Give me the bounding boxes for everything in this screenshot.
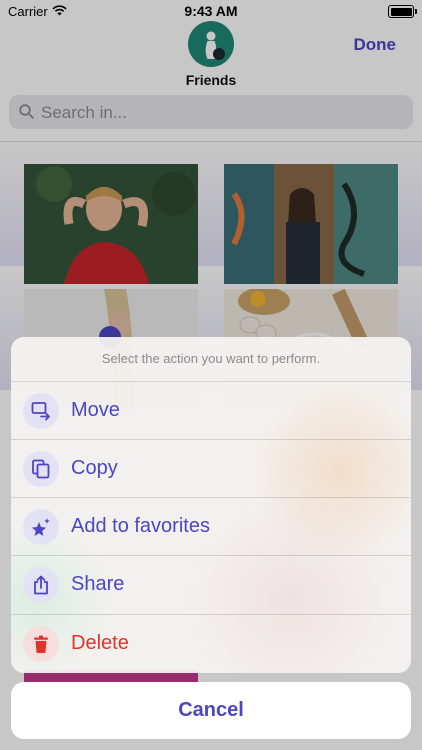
add-to-favorites-label: Add to favorites [71, 515, 210, 537]
trash-icon [23, 626, 59, 662]
copy-icon [23, 451, 59, 487]
cancel-button[interactable]: Cancel [11, 682, 411, 739]
action-sheet-message: Select the action you want to perform. [101, 351, 321, 366]
move-label: Move [71, 399, 120, 421]
move-action[interactable]: Move [11, 381, 411, 440]
delete-label: Delete [71, 632, 129, 654]
share-icon [23, 567, 59, 603]
copy-label: Copy [71, 457, 118, 479]
action-sheet: Select the action you want to perform. M… [11, 337, 411, 673]
delete-action[interactable]: Delete [11, 614, 411, 673]
star-sparkle-icon [23, 509, 59, 545]
add-to-favorites-action[interactable]: Add to favorites [11, 497, 411, 556]
copy-action[interactable]: Copy [11, 439, 411, 498]
share-label: Share [71, 573, 125, 595]
move-icon [23, 393, 59, 429]
share-action[interactable]: Share [11, 555, 411, 614]
